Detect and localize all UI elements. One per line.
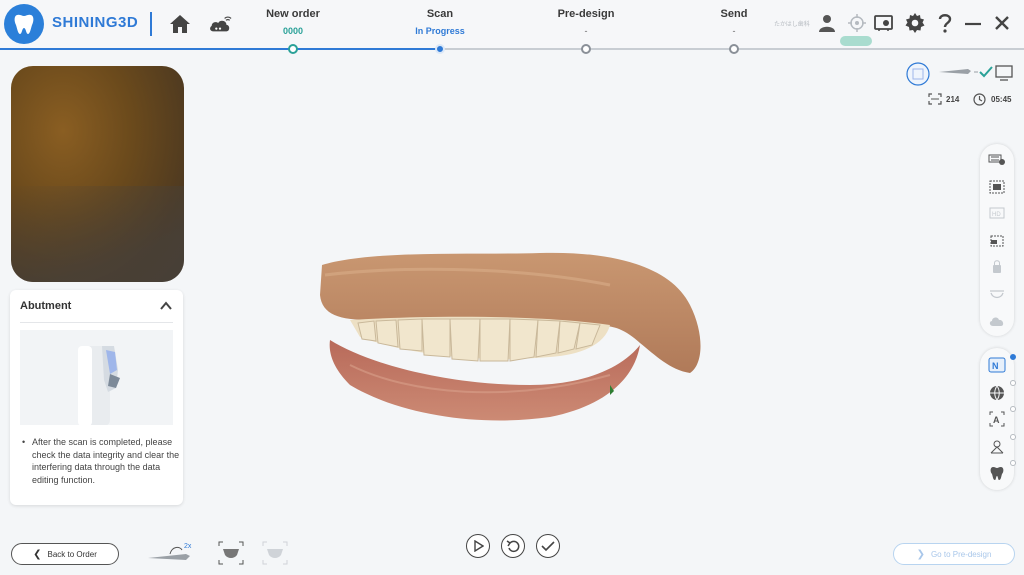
auto-mode-icon[interactable]: N	[988, 356, 1006, 374]
chevron-left-icon: ❮	[33, 548, 42, 560]
guide-panel: Abutment • After the scan is completed, …	[10, 290, 183, 505]
go-to-pre-design-button[interactable]: ❯ Go to Pre-design	[893, 543, 1015, 565]
crop-icon[interactable]	[988, 232, 1006, 250]
measure-radio[interactable]	[1010, 434, 1016, 440]
order-number: 0000	[282, 26, 304, 36]
next-label: Go to Pre-design	[930, 549, 992, 559]
undo-button[interactable]	[501, 534, 525, 558]
step-dot-new-order[interactable]	[288, 44, 298, 54]
scan-model-view[interactable]	[310, 245, 710, 430]
tip-text: After the scan is completed, please chec…	[32, 437, 180, 485]
tooth-lock-icon[interactable]	[988, 258, 1006, 276]
check-icon	[541, 541, 555, 552]
hd-icon[interactable]: HD	[988, 204, 1006, 222]
frame-count-value: 214	[946, 94, 960, 104]
globe-icon[interactable]	[988, 384, 1006, 402]
scan-timer: 05:45	[973, 93, 1011, 106]
upper-jaw-icon[interactable]	[218, 540, 244, 566]
scanner-mode-label: 2x	[184, 543, 192, 550]
step-dot-pre-design[interactable]	[581, 44, 591, 54]
chevron-right-icon: ❯	[916, 548, 925, 560]
select-area-icon[interactable]	[988, 178, 1006, 196]
step-dot-send[interactable]	[729, 44, 739, 54]
scanner-connected-icon	[938, 62, 1016, 87]
svg-text:N: N	[992, 361, 999, 371]
cloud-upload-icon[interactable]	[988, 312, 1006, 330]
home-icon[interactable]	[168, 12, 192, 36]
brand-name: SHINING3D	[52, 14, 139, 31]
lock-area-icon[interactable]	[988, 150, 1006, 168]
step-title: Scan	[426, 8, 454, 20]
panel-divider	[20, 322, 173, 323]
camera-shade	[11, 186, 184, 282]
step-new-order: New order 0000	[233, 8, 353, 36]
lower-jaw-icon[interactable]	[262, 540, 288, 566]
text-select-icon[interactable]: A	[988, 410, 1006, 428]
svg-text:HD: HD	[992, 212, 1001, 218]
gear-icon[interactable]	[904, 12, 926, 34]
play-button[interactable]	[466, 534, 490, 558]
back-label: Back to Order	[47, 549, 97, 559]
auto-mode-radio[interactable]	[1010, 354, 1016, 360]
clinic-label: たかはし歯科	[774, 22, 810, 28]
cloud-wifi-icon[interactable]	[208, 12, 232, 36]
play-icon	[474, 540, 484, 552]
panel-title: Abutment	[20, 300, 72, 312]
scan-mode-indicator[interactable]	[904, 62, 932, 91]
help-icon[interactable]	[934, 12, 956, 34]
chevron-up-icon[interactable]	[159, 299, 173, 313]
step-status: -	[584, 26, 588, 36]
step-status: In Progress	[415, 26, 465, 36]
brand-divider	[150, 12, 152, 36]
measure-icon[interactable]	[988, 438, 1006, 456]
bullet-icon: •	[22, 437, 26, 447]
frame-counter: 214	[928, 93, 959, 105]
screen-record-icon[interactable]	[874, 12, 896, 34]
scanner-mode-icon[interactable]	[146, 540, 202, 566]
workflow-progress-fill	[0, 48, 440, 50]
logo-tooth-icon	[4, 4, 44, 44]
text-select-radio[interactable]	[1010, 406, 1016, 412]
panel-tip: • After the scan is completed, please ch…	[22, 436, 180, 486]
back-to-order-button[interactable]: ❮ Back to Order	[11, 543, 119, 565]
step-title: Pre-design	[557, 8, 615, 20]
step-title: New order	[266, 8, 320, 20]
tooth-radio[interactable]	[1010, 460, 1016, 466]
view-toolbar: N A	[980, 348, 1016, 490]
globe-radio[interactable]	[1010, 380, 1016, 386]
step-dot-scan[interactable]	[435, 44, 445, 54]
user-icon[interactable]	[816, 12, 838, 34]
camera-preview	[11, 66, 184, 282]
scanner-tip-image	[20, 330, 173, 426]
frame-icon	[928, 93, 942, 105]
undo-icon	[506, 540, 520, 553]
svg-text:A: A	[993, 415, 1000, 425]
step-scan: Scan In Progress	[380, 8, 500, 36]
connection-badge	[840, 36, 872, 46]
minimize-icon[interactable]	[962, 12, 984, 34]
arch-icon[interactable]	[988, 286, 1006, 304]
close-icon[interactable]	[991, 12, 1013, 34]
tooth-icon[interactable]	[988, 464, 1006, 482]
clock-icon	[973, 93, 986, 106]
confirm-button[interactable]	[536, 534, 560, 558]
edit-toolbar: HD	[980, 144, 1014, 336]
target-icon[interactable]	[846, 12, 868, 34]
top-bar: SHINING3D New order 0000 Scan In Progres…	[0, 0, 1024, 50]
step-pre-design: Pre-design -	[526, 8, 646, 36]
timer-value: 05:45	[991, 95, 1012, 104]
